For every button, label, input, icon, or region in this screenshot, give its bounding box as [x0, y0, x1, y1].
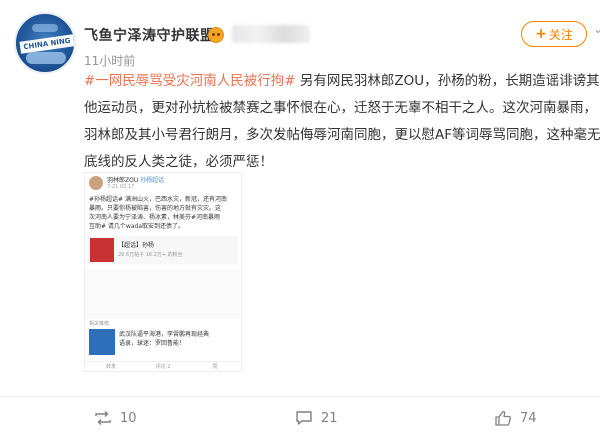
follow-label: 关注 — [548, 27, 573, 42]
post-line: #一网民辱骂受灾河南人民被行拘# 另有网民羽林郎ZOU，孙杨的粉，长期造谣诽谤其 — [84, 68, 600, 95]
follow-button[interactable]: + 关注 — [521, 21, 587, 47]
user-name[interactable]: 飞鱼宁泽涛守护联盟 — [84, 25, 215, 45]
embed-text-line: #孙杨超话# 满洲山火，巴西水灾，新冠，还有河南 — [89, 196, 227, 203]
comment-count: 21 — [321, 410, 338, 426]
avatar-logo-text: CHINA NING — [19, 34, 74, 54]
embed-text-line: 暴雨。只要你杨被陷害，伤害的地方就有灾灾。这 — [89, 205, 222, 212]
comment-icon — [296, 411, 312, 425]
post-text: #一网民辱骂受灾河南人民被行拘# 另有网民羽林郎ZOU，孙杨的粉，长期造谣诽谤其… — [84, 68, 600, 176]
redacted-tag — [232, 25, 310, 43]
embed-card-image — [90, 238, 114, 262]
embed-recommend-text: 武汉队逼平海港，李霄鹏再现经典 语录，球迷：罗回鲁能！ — [119, 331, 210, 347]
avatar-decoration — [32, 24, 58, 32]
embed-text-line: 互助# 请几个wada取安到还债了。 — [89, 223, 185, 230]
thumbs-up-icon — [495, 410, 512, 426]
embed-text: #孙杨超话# 满洲山火，巴西水灾，新冠，还有河南 暴雨。只要你杨被陷害，伤害的地… — [89, 195, 243, 231]
embed-user-name: 羽林郎ZOU 孙杨超话 — [107, 177, 165, 184]
repost-icon — [95, 411, 111, 425]
divider — [0, 396, 600, 397]
hashtag-link[interactable]: #一网民辱骂受灾河南人民被行拘# — [84, 73, 296, 89]
embedded-screenshot[interactable]: 羽林郎ZOU 孙杨超话 7-21 02:17 #孙杨超话# 满洲山火，巴西水灾，… — [84, 172, 242, 372]
angry-emoji-icon — [208, 27, 224, 43]
plus-icon: + — [535, 26, 547, 42]
repost-count: 10 — [120, 410, 137, 426]
post-line-text: 羽林郎及其小号君行朗月，多次发帖侮辱河南同胞，更以慰AF等词辱骂同胞，这种毫无 — [84, 127, 600, 143]
embed-card-subtitle: 20.6万帖子 16.2万+ 的粉丝 — [118, 252, 183, 258]
embed-recommend-image — [89, 329, 115, 355]
like-button[interactable]: 74 — [494, 410, 537, 426]
embed-recommend-label: 相关推荐 — [89, 321, 110, 327]
embed-text-line: 次河南人要为宁泽涛、杨冰素，林美芬#河南暴雨 — [89, 214, 221, 221]
avatar[interactable]: CHINA NING — [14, 12, 76, 74]
embed-topic-card: 【超话】孙杨 20.6万帖子 16.2万+ 的粉丝 — [88, 236, 238, 264]
post-line-text: 另有网民羽林郎ZOU，孙杨的粉，长期造谣诽谤其 — [295, 73, 600, 89]
like-count: 74 — [520, 410, 537, 426]
post-time[interactable]: 11小时前 — [84, 52, 135, 69]
embed-time: 7-21 02:17 — [107, 184, 135, 190]
avatar-decoration — [26, 52, 66, 64]
comment-button[interactable]: 21 — [295, 410, 338, 426]
embed-avatar — [89, 176, 103, 190]
embed-blank-area — [85, 269, 241, 319]
embed-action-bar: 转发 评论 2 赞 — [85, 361, 241, 372]
more-options-icon[interactable]: ⌄ — [593, 22, 600, 44]
post-line-text: 他运动员，更对孙抗检被禁赛之事怀恨在心，迁怒于无辜不相干之人。这次河南暴雨， — [84, 100, 597, 116]
embed-card-title: 【超话】孙杨 — [118, 242, 155, 249]
repost-button[interactable]: 10 — [94, 410, 137, 426]
